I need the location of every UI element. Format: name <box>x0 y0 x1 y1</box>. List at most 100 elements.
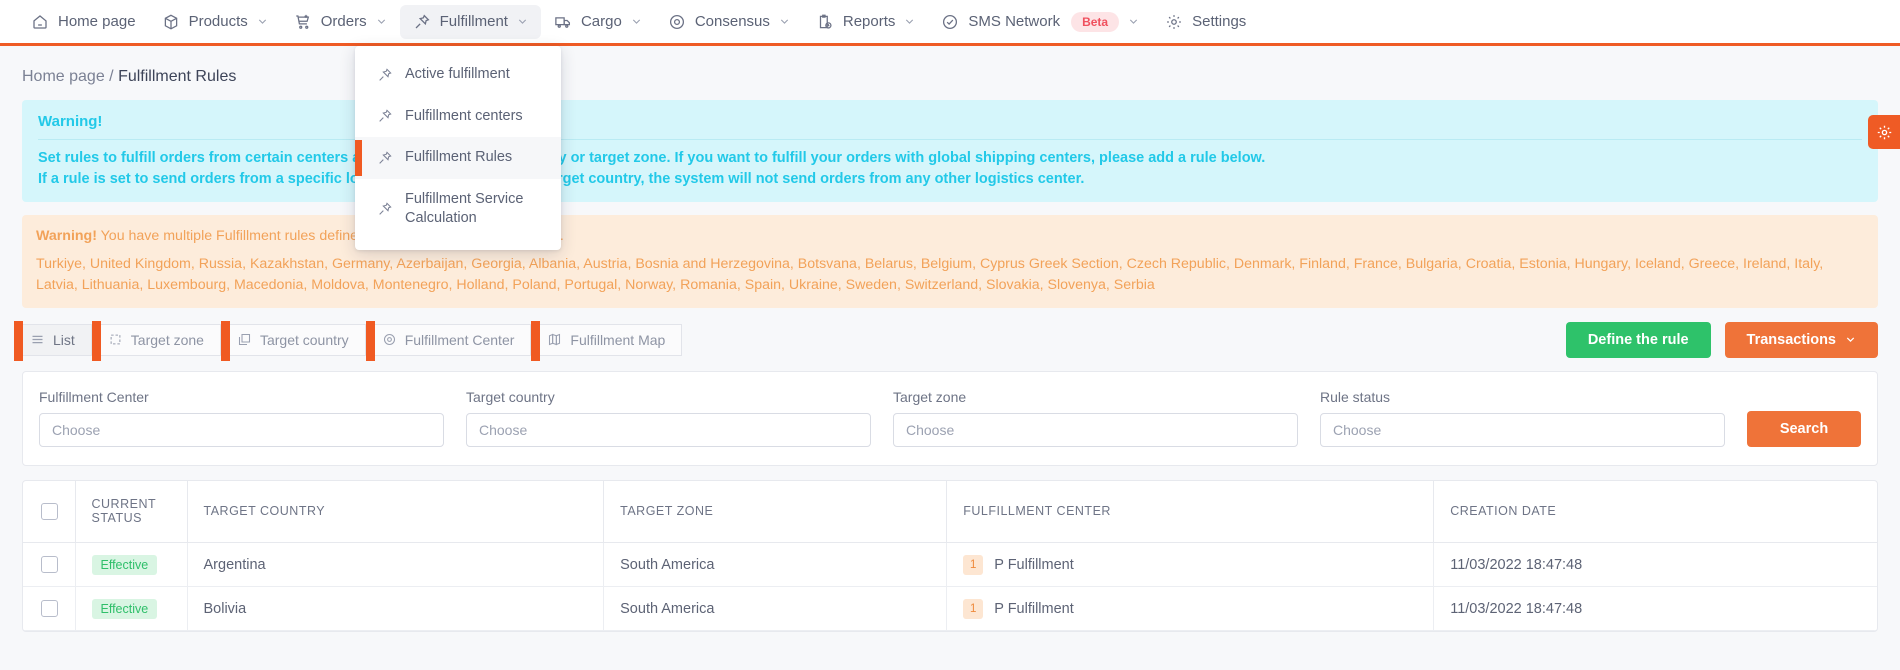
rules-table-element: CURRENT STATUS TARGET COUNTRY TARGET ZON… <box>23 480 1877 632</box>
nav-label: SMS Network <box>968 13 1061 30</box>
dropdown-item-fulfillment-centers[interactable]: Fulfillment centers <box>355 96 561 138</box>
target-zone-select[interactable]: Choose <box>893 412 1298 447</box>
select-all-header <box>23 480 76 544</box>
column-creation-date[interactable]: CREATION DATE <box>1433 480 1877 544</box>
tab-fulfillment-map[interactable]: Fulfillment Map <box>531 320 683 361</box>
nav-item-reports[interactable]: Reports <box>803 5 929 39</box>
banner-divider <box>38 139 1862 141</box>
row-target-country: Argentina <box>187 542 605 588</box>
fulfillment-center-select[interactable]: Choose <box>39 412 444 447</box>
nav-label: Reports <box>842 13 896 30</box>
column-target-country[interactable]: TARGET COUNTRY <box>187 480 605 544</box>
filter-fulfillment-center: Fulfillment Center Choose <box>39 389 444 447</box>
row-select-cell <box>23 542 76 588</box>
column-fulfillment-center[interactable]: FULFILLMENT CENTER <box>946 480 1435 544</box>
row-checkbox[interactable] <box>41 556 58 574</box>
table-body: Effective Argentina South America 1 P Fu… <box>23 542 1877 632</box>
row-status-cell: Effective <box>75 586 188 632</box>
cart-plus-icon <box>294 13 312 31</box>
fulfillment-center-name: P Fulfillment <box>994 556 1074 573</box>
nav-label: Settings <box>1192 13 1247 30</box>
rule-status-select[interactable]: Choose <box>1320 412 1725 447</box>
filter-label: Fulfillment Center <box>39 388 149 405</box>
tab-target-zone[interactable]: Target zone <box>91 320 221 361</box>
settings-fab-button[interactable] <box>1868 115 1900 149</box>
dropdown-item-label: Fulfillment Rules <box>405 149 513 166</box>
tab-label: Target country <box>259 331 349 348</box>
tab-label: Fulfillment Map <box>570 331 666 348</box>
transactions-button[interactable]: Transactions <box>1724 321 1878 358</box>
rules-table: CURRENT STATUS TARGET COUNTRY TARGET ZON… <box>22 479 1878 633</box>
filter-label: Rule status <box>1320 388 1391 405</box>
row-fulfillment-center: 1 P Fulfillment <box>946 586 1435 632</box>
box-icon <box>162 13 180 31</box>
tab-fulfillment-center[interactable]: Fulfillment Center <box>365 320 532 361</box>
list-icon <box>30 332 45 347</box>
search-button[interactable]: Search <box>1747 410 1861 447</box>
nav-item-orders[interactable]: Orders <box>281 5 400 39</box>
warning-banner-title: Warning! <box>36 228 97 245</box>
nav-label: Orders <box>320 13 367 30</box>
fulfillment-dropdown-menu: Active fulfillment Fulfillment centers F… <box>355 46 561 250</box>
map-icon <box>547 332 562 347</box>
fulfillment-center-name: P Fulfillment <box>994 600 1074 617</box>
pin-icon <box>413 13 431 31</box>
dropdown-item-fulfillment-service-calculation[interactable]: Fulfillment Service Calculation <box>355 179 561 240</box>
nav-label: Products <box>188 13 248 30</box>
column-current-status[interactable]: CURRENT STATUS <box>75 480 188 544</box>
row-target-zone: South America <box>603 586 948 632</box>
row-target-zone: South America <box>603 542 948 588</box>
home-icon <box>31 13 49 31</box>
row-status-cell: Effective <box>75 542 188 588</box>
filter-rule-status: Rule status Choose <box>1320 389 1725 447</box>
chevron-down-icon <box>517 16 528 27</box>
check-circle-icon <box>941 13 959 31</box>
tab-label: Fulfillment Center <box>404 331 515 348</box>
chevron-down-icon <box>1128 16 1139 27</box>
filter-label: Target zone <box>893 388 967 405</box>
nav-item-products[interactable]: Products <box>149 5 281 39</box>
define-rule-button[interactable]: Define the rule <box>1565 321 1711 358</box>
nav-item-sms-network[interactable]: SMS Network Beta <box>928 5 1152 39</box>
nav-item-cargo[interactable]: Cargo <box>541 5 655 39</box>
dropdown-item-active-fulfillment[interactable]: Active fulfillment <box>355 54 561 96</box>
info-banner: Warning! Set rules to fulfill orders fro… <box>22 100 1878 203</box>
row-checkbox[interactable] <box>41 600 58 618</box>
table-row[interactable]: Effective Argentina South America 1 P Fu… <box>23 542 1877 588</box>
gear-icon <box>1876 124 1893 141</box>
filter-label: Target country <box>466 388 555 405</box>
filter-panel: Fulfillment Center Choose Target country… <box>22 370 1878 466</box>
nav-item-consensus[interactable]: Consensus <box>655 5 803 39</box>
nav-item-home-page[interactable]: Home page <box>18 5 149 39</box>
tab-label: Target zone <box>130 331 204 348</box>
tab-list[interactable]: List <box>14 320 92 361</box>
beta-badge: Beta <box>1071 11 1120 32</box>
dropdown-item-fulfillment-rules[interactable]: Fulfillment Rules <box>355 137 561 179</box>
nav-label: Fulfillment <box>439 13 508 30</box>
table-header-row: CURRENT STATUS TARGET COUNTRY TARGET ZON… <box>23 480 1877 544</box>
nav-item-settings[interactable]: Settings <box>1152 5 1259 39</box>
target-country-select[interactable]: Choose <box>466 412 871 447</box>
dropdown-item-label: Active fulfillment <box>405 66 510 82</box>
copy-icon <box>237 332 252 347</box>
column-target-zone[interactable]: TARGET ZONE <box>603 480 948 544</box>
breadcrumb-current: Fulfillment Rules <box>118 68 237 85</box>
breadcrumb: Home page / Fulfillment Rules <box>0 46 1900 100</box>
nav-item-fulfillment[interactable]: Fulfillment <box>399 4 541 39</box>
status-badge: Effective <box>91 554 158 575</box>
top-navigation-bar: Home page Products Orders Fulfillment Ca… <box>0 0 1900 46</box>
select-all-checkbox[interactable] <box>41 502 58 520</box>
breadcrumb-home-link[interactable]: Home page <box>22 68 105 85</box>
table-row[interactable]: Effective Bolivia South America 1 P Fulf… <box>23 586 1877 632</box>
target-icon <box>668 13 686 31</box>
dropdown-item-label: Fulfillment centers <box>405 107 523 124</box>
tab-target-country[interactable]: Target country <box>220 320 366 361</box>
fulfillment-center-index: 1 <box>963 598 984 619</box>
view-tabs: List Target zone Target country Fulfillm… <box>14 320 683 361</box>
chevron-down-icon <box>1845 334 1856 345</box>
pin-icon <box>377 108 393 124</box>
table-header: CURRENT STATUS TARGET COUNTRY TARGET ZON… <box>23 480 1877 544</box>
status-badge: Effective <box>91 598 158 619</box>
gear-icon <box>1165 13 1183 31</box>
warning-banner: Warning! You have multiple Fulfillment r… <box>22 215 1878 308</box>
